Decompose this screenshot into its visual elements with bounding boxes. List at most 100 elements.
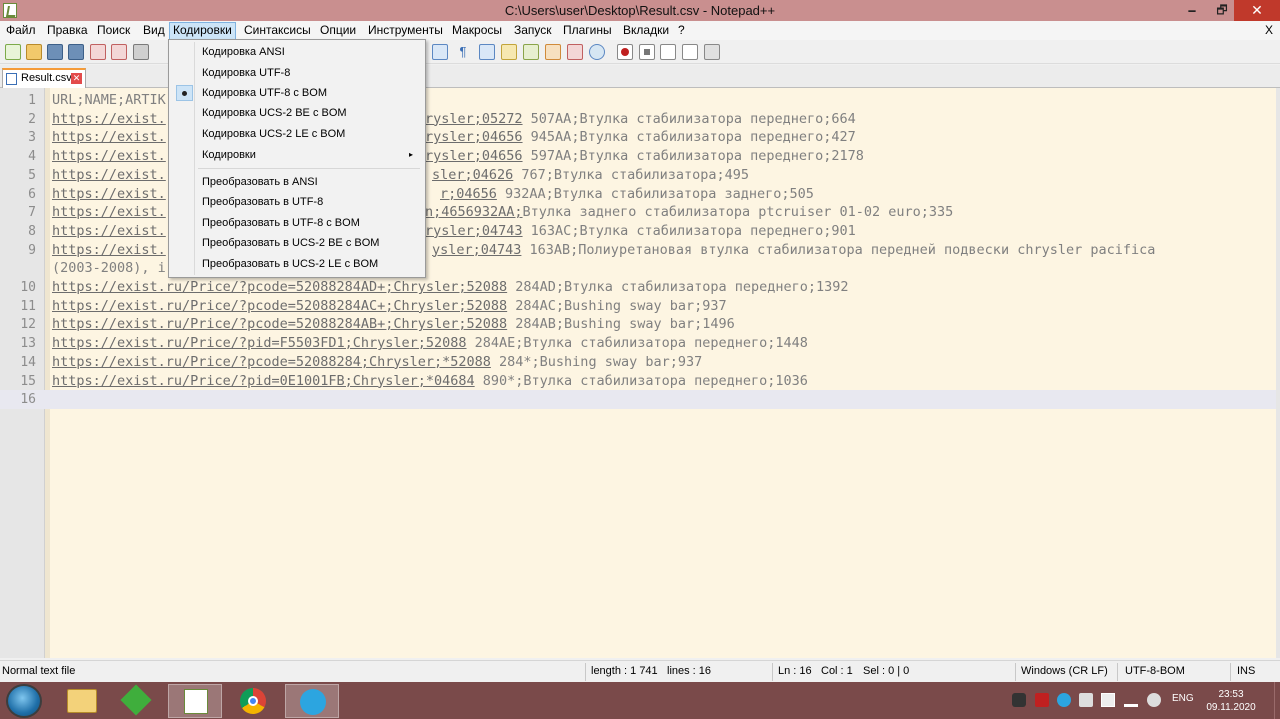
encoding-menu-item[interactable]: Кодировка UCS-2 BE с BOM [171, 103, 423, 123]
menu-plugins[interactable]: Плагины [560, 22, 615, 40]
tray-signal-icon[interactable] [1124, 693, 1138, 707]
editor-line[interactable]: 15 https://exist.ru/Price/?pid=0E1001FB;C… [0, 372, 1276, 391]
editor-line[interactable]: 10 https://exist.ru/Price/?pcode=52088284… [0, 278, 1276, 297]
url-link-fragment[interactable]: rysler;05272 [425, 111, 523, 127]
save-all-icon[interactable] [68, 44, 84, 60]
url-link[interactable]: https://exist. [52, 223, 166, 239]
menu-help[interactable]: ? [675, 22, 688, 40]
url-link[interactable]: https://exist. [52, 167, 166, 183]
editor-line[interactable]: 14 https://exist.ru/Price/?pcode=52088284… [0, 353, 1276, 372]
print-icon[interactable] [133, 44, 149, 60]
taskbar-notepadpp[interactable] [168, 684, 222, 718]
start-button[interactable] [6, 684, 42, 718]
minimize-button[interactable]: 🗕 [1177, 0, 1207, 21]
taskbar-explorer[interactable] [55, 684, 109, 718]
editor-line[interactable]: 12 https://exist.ru/Price/?pcode=52088284… [0, 315, 1276, 334]
encoding-menu-item[interactable]: Преобразовать в UCS-2 LE с BOM [171, 254, 423, 274]
tray-usb-icon[interactable] [1101, 693, 1115, 707]
word-wrap-icon[interactable] [432, 44, 448, 60]
menu-settings[interactable]: Опции [317, 22, 359, 40]
encoding-menu-item[interactable]: Преобразовать в UTF-8 [171, 192, 423, 212]
url-link-fragment[interactable]: n;4656932AA; [425, 204, 523, 220]
menu-macro[interactable]: Макросы [449, 22, 505, 40]
status-ln: Ln : 16 [778, 665, 812, 677]
new-file-icon[interactable] [5, 44, 21, 60]
url-link[interactable]: https://exist.ru/Price/?pid=0E1001FB;Chr… [52, 373, 475, 389]
language-icon[interactable] [501, 44, 517, 60]
encoding-menu-item[interactable]: Преобразовать в UCS-2 BE с BOM [171, 233, 423, 253]
encoding-menu-item[interactable]: Кодировки ▸ [171, 145, 423, 165]
menu-edit[interactable]: Правка [44, 22, 91, 40]
tray-telegram-icon[interactable] [1057, 693, 1071, 707]
close-all-icon[interactable] [111, 44, 127, 60]
show-all-chars-icon[interactable]: ¶ [455, 44, 471, 60]
menu-encoding[interactable]: Кодировки [169, 22, 236, 40]
encoding-menu-item[interactable]: Преобразовать в ANSI [171, 172, 423, 192]
encoding-menu-item[interactable]: Кодировка UTF-8 [171, 63, 423, 83]
menu-tools[interactable]: Инструменты [365, 22, 446, 40]
tab-result-csv[interactable]: Result.csv ✕ [2, 68, 86, 88]
menu-window[interactable]: Вкладки [620, 22, 672, 40]
close-tab-icon[interactable]: ✕ [71, 73, 82, 84]
url-link[interactable]: https://exist.ru/Price/?pcode=52088284AD… [52, 279, 507, 295]
encoding-menu-item[interactable]: Преобразовать в UTF-8 с BOM [171, 213, 423, 233]
restore-button[interactable]: 🗗 [1207, 0, 1237, 21]
tray-volume-icon[interactable] [1147, 693, 1161, 707]
url-link[interactable]: https://exist. [52, 129, 166, 145]
menu-run[interactable]: Запуск [511, 22, 555, 40]
vertical-scrollbar[interactable] [1276, 88, 1280, 658]
url-link[interactable]: https://exist.ru/Price/?pcode=52088284AC… [52, 298, 507, 314]
editor-line[interactable]: 13 https://exist.ru/Price/?pid=F5503FD1;C… [0, 334, 1276, 353]
url-link-fragment[interactable]: sler;04626 [432, 167, 513, 183]
url-link[interactable]: https://exist.ru/Price/?pid=F5503FD1;Chr… [52, 335, 467, 351]
taskbar-app-green[interactable] [110, 684, 164, 718]
stop-macro-icon[interactable] [639, 44, 655, 60]
play-macro-icon[interactable] [660, 44, 676, 60]
url-link[interactable]: https://exist. [52, 186, 166, 202]
run-macro-multiple-icon[interactable] [682, 44, 698, 60]
url-link-fragment[interactable]: r;04656 [440, 186, 497, 202]
url-link[interactable]: https://exist. [52, 111, 166, 127]
menu-language[interactable]: Синтаксисы [241, 22, 314, 40]
url-link[interactable]: https://exist. [52, 242, 166, 258]
encoding-menu-item[interactable]: Кодировка UCS-2 LE с BOM [171, 124, 423, 144]
close-document-button[interactable]: X [1265, 23, 1273, 37]
tray-app-icon[interactable] [1012, 693, 1026, 707]
url-link[interactable]: https://exist. [52, 148, 166, 164]
encoding-menu-item[interactable]: Кодировка UTF-8 с BOM [171, 83, 423, 103]
status-divider [1015, 663, 1016, 681]
close-button[interactable]: ✕ [1234, 0, 1280, 21]
close-file-icon[interactable] [90, 44, 106, 60]
tray-record-icon[interactable] [1035, 693, 1049, 707]
line-text: https://exist.ru/Price/?pid=F5503FD1;Chr… [52, 334, 808, 353]
doc-map-icon[interactable] [523, 44, 539, 60]
function-list-icon[interactable] [545, 44, 561, 60]
monitor-icon[interactable] [589, 44, 605, 60]
editor-line[interactable]: 11 https://exist.ru/Price/?pcode=52088284… [0, 297, 1276, 316]
status-col: Col : 1 [821, 665, 853, 677]
open-file-icon[interactable] [26, 44, 42, 60]
url-link-fragment[interactable]: rysler;04656 [425, 129, 523, 145]
url-link[interactable]: https://exist. [52, 204, 166, 220]
editor-line[interactable]: 16 [0, 390, 1276, 410]
url-link-fragment[interactable]: ysler;04743 [432, 242, 521, 258]
url-link-fragment[interactable]: rysler;04656 [425, 148, 523, 164]
menu-file[interactable]: Файл [3, 22, 39, 40]
indent-guide-icon[interactable] [479, 44, 495, 60]
taskbar-chrome[interactable] [226, 684, 280, 718]
show-desktop-button[interactable] [1274, 682, 1280, 719]
encoding-menu-item[interactable]: Кодировка ANSI [171, 42, 423, 62]
save-icon[interactable] [47, 44, 63, 60]
record-macro-icon[interactable] [617, 44, 633, 60]
tray-network-error-icon[interactable] [1079, 693, 1093, 707]
menu-search[interactable]: Поиск [94, 22, 133, 40]
language-indicator[interactable]: ENG [1172, 693, 1194, 704]
url-link[interactable]: https://exist.ru/Price/?pcode=52088284AB… [52, 316, 507, 332]
url-link-fragment[interactable]: rysler;04743 [425, 223, 523, 239]
menu-view[interactable]: Вид [140, 22, 168, 40]
clock[interactable]: 23:53 09.11.2020 [1203, 688, 1259, 714]
taskbar-telegram[interactable] [285, 684, 339, 718]
url-link[interactable]: https://exist.ru/Price/?pcode=52088284;C… [52, 354, 491, 370]
folder-workspace-icon[interactable] [567, 44, 583, 60]
save-macro-icon[interactable] [704, 44, 720, 60]
